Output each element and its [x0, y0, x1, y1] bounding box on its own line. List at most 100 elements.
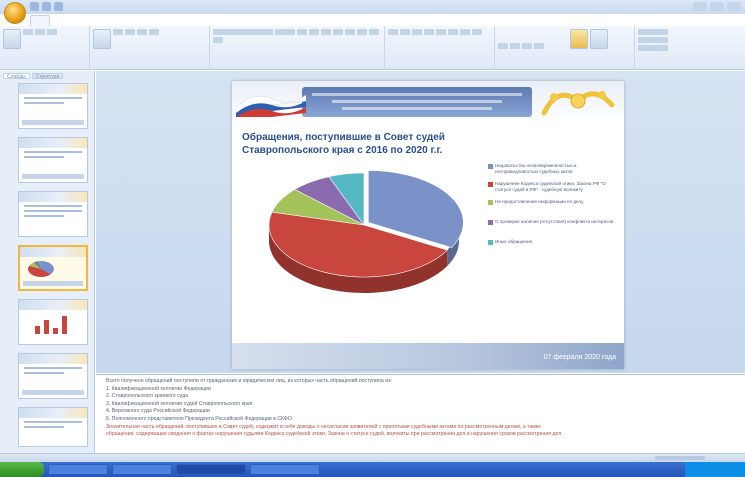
align-right-icon[interactable] [460, 29, 470, 35]
slide-thumbnail-4[interactable] [18, 245, 88, 291]
taskbar-item[interactable] [250, 464, 320, 475]
slide-thumbnail-7[interactable] [18, 407, 88, 447]
strikethrough-icon[interactable] [333, 29, 343, 35]
undo-icon[interactable] [42, 2, 51, 11]
ribbon-tab-design[interactable] [80, 15, 100, 26]
ribbon-group-drawing [495, 26, 635, 70]
ribbon-group-font [210, 26, 385, 70]
shape-oval-icon[interactable] [510, 43, 520, 49]
thumb-footer [22, 120, 84, 125]
slide-footer-banner: 07 февраля 2020 года [232, 343, 624, 369]
font-color-icon[interactable] [213, 37, 223, 43]
taskbar-item[interactable] [48, 464, 108, 475]
align-center-icon[interactable] [448, 29, 458, 35]
ribbon-tab-insert[interactable] [56, 15, 74, 26]
indent-decrease-icon[interactable] [412, 29, 422, 35]
bold-icon[interactable] [297, 29, 307, 35]
delete-slide-icon[interactable] [137, 29, 148, 35]
taskbar-item-powerpoint[interactable] [176, 464, 246, 475]
numbering-icon[interactable] [400, 29, 410, 35]
notes-line: 2. Ставропольского краевого суда [106, 393, 189, 400]
ribbon-tab-review[interactable] [164, 15, 189, 26]
notes-line: 4. Верховного суда Российской Федерации [106, 408, 210, 415]
chart-legend: Недовольство несвоевременностью и неспра… [488, 163, 618, 251]
bullets-icon[interactable] [388, 29, 398, 35]
indent-increase-icon[interactable] [424, 29, 434, 35]
find-icon[interactable] [638, 29, 668, 35]
ribbon-tabs [30, 15, 207, 26]
legend-label: Не предоставление информации по делу [495, 199, 584, 204]
case-icon[interactable] [369, 29, 379, 35]
minimize-button[interactable] [693, 2, 707, 11]
notes-line: 3. Квалификационной коллегии судей Ставр… [106, 400, 253, 407]
legend-swatch [488, 220, 493, 225]
legend-swatch [488, 240, 493, 245]
ribbon-tab-home[interactable] [30, 15, 51, 26]
replace-icon[interactable] [638, 37, 668, 43]
cut-icon[interactable] [23, 29, 34, 35]
shape-arrow-icon[interactable] [534, 43, 544, 49]
thumb-header [19, 192, 87, 202]
slide-thumbnail-6[interactable] [18, 353, 88, 399]
format-painter-icon[interactable] [47, 29, 58, 35]
font-name-select[interactable] [213, 29, 273, 35]
slide-thumbnail-2[interactable] [18, 137, 88, 183]
taskbar-item[interactable] [112, 464, 172, 475]
slide-title[interactable]: Обращения, поступившие в Совет судей Ста… [242, 131, 497, 157]
clipboard-tools [23, 29, 83, 35]
section-icon[interactable] [149, 29, 160, 35]
ribbon-tab-view[interactable] [194, 15, 207, 26]
start-button[interactable] [0, 462, 44, 477]
font-size-select[interactable] [275, 29, 295, 35]
notes-line: Значительная часть обращений, поступивши… [106, 423, 541, 430]
shape-line-icon[interactable] [522, 43, 532, 49]
emblem-icon [541, 91, 615, 116]
legend-swatch [488, 182, 493, 187]
office-button[interactable] [4, 2, 26, 24]
close-button[interactable] [727, 2, 741, 11]
align-left-icon[interactable] [436, 29, 446, 35]
layout-icon[interactable] [113, 29, 124, 35]
thumb-bar [35, 326, 40, 334]
ribbon-tab-slideshow[interactable] [133, 15, 158, 26]
redo-icon[interactable] [54, 2, 63, 11]
reset-icon[interactable] [125, 29, 136, 35]
pie-chart[interactable] [254, 163, 489, 313]
thumb-line [24, 102, 64, 104]
shapes-gallery [498, 43, 568, 49]
save-icon[interactable] [30, 2, 39, 11]
current-slide[interactable]: Обращения, поступившие в Совет судей Ста… [232, 81, 624, 369]
shape-rectangle-icon[interactable] [498, 43, 508, 49]
editing-tools [638, 29, 742, 51]
thumb-line [24, 151, 82, 153]
slides-panel-tabs: Слайды Структура [0, 71, 94, 81]
underline-icon[interactable] [321, 29, 331, 35]
shadow-icon[interactable] [345, 29, 355, 35]
italic-icon[interactable] [309, 29, 319, 35]
zoom-slider[interactable] [655, 456, 705, 460]
copy-icon[interactable] [35, 29, 46, 35]
legend-item: Иные обращения [488, 239, 618, 245]
tab-outline[interactable]: Структура [31, 73, 64, 80]
maximize-button[interactable] [710, 2, 724, 11]
notes-pane[interactable]: Всего получено обращений поступили от гр… [96, 374, 745, 453]
thumb-header [19, 138, 87, 148]
thumb-line [24, 210, 82, 212]
justify-icon[interactable] [472, 29, 482, 35]
thumb-header [19, 300, 87, 310]
thumb-bar [44, 320, 49, 334]
arrange-button[interactable] [570, 29, 589, 49]
ribbon-tab-animation[interactable] [106, 15, 127, 26]
slide-thumbnail-5[interactable] [18, 299, 88, 345]
window-controls [693, 2, 741, 11]
tab-slides[interactable]: Слайды [3, 73, 30, 80]
paste-button[interactable] [3, 29, 21, 49]
slide-thumbnail-1[interactable] [18, 83, 88, 129]
spacing-icon[interactable] [357, 29, 367, 35]
quick-styles-button[interactable] [590, 29, 609, 49]
legend-item: О проверке наличия (отсутствия) конфликт… [488, 219, 618, 225]
new-slide-button[interactable] [93, 29, 111, 49]
thumb-line [24, 156, 64, 158]
select-icon[interactable] [638, 45, 668, 51]
slide-thumbnail-3[interactable] [18, 191, 88, 237]
